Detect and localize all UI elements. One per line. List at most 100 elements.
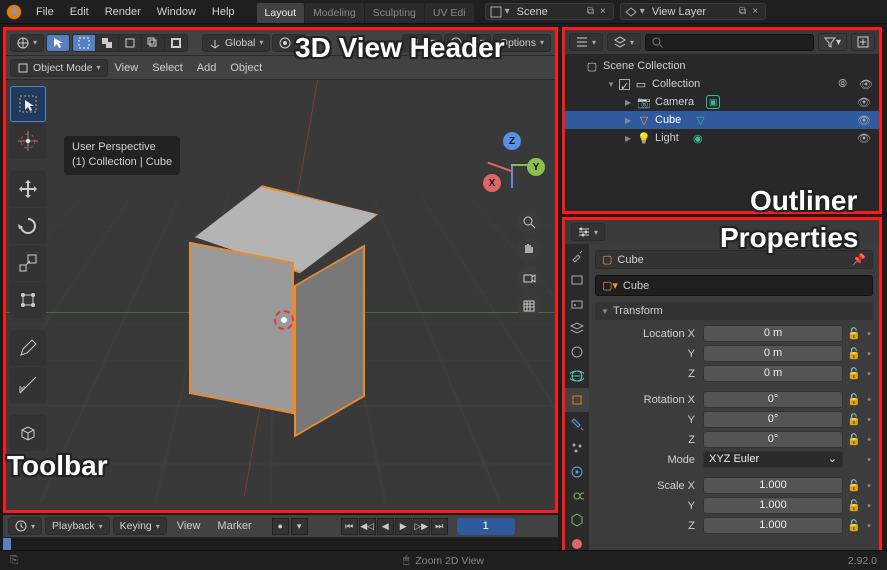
location-x-value[interactable]: 0 m: [703, 325, 843, 342]
exclude-icon[interactable]: ⦾: [838, 78, 847, 91]
viewport-3d[interactable]: User Perspective (1) Collection | Cube Z…: [6, 80, 555, 510]
jump-end-button[interactable]: ⏭: [431, 518, 448, 535]
v3d-menu-add[interactable]: Add: [190, 58, 224, 78]
autokey-button[interactable]: ●: [272, 518, 289, 535]
lock-icon[interactable]: 🔓: [847, 393, 861, 406]
camera-button[interactable]: [517, 266, 541, 290]
jump-start-button[interactable]: ⏮: [341, 518, 358, 535]
rotation-mode-value[interactable]: XYZ Euler⌄: [703, 451, 843, 468]
play-button[interactable]: ▶: [395, 518, 412, 535]
autokey-mode[interactable]: ▾: [291, 518, 308, 535]
tool-select-box[interactable]: [10, 86, 46, 122]
timeline-menu-marker[interactable]: Marker: [210, 516, 258, 536]
select-subtract-icon[interactable]: [119, 35, 142, 51]
keyframe-dot[interactable]: •: [865, 414, 873, 426]
lock-icon[interactable]: 🔓: [847, 479, 861, 492]
scene-close-icon[interactable]: ×: [597, 6, 609, 17]
pan-button[interactable]: [517, 238, 541, 262]
object-name-field[interactable]: ▢▾ Cube: [595, 275, 873, 296]
scale-y-value[interactable]: 1.000: [703, 497, 843, 514]
select-invert-icon[interactable]: [165, 35, 187, 51]
scene-browse-icon[interactable]: ▾: [502, 6, 513, 17]
timeline-editor-type[interactable]: ▾: [8, 517, 42, 535]
scene-pin-icon[interactable]: ⧉: [584, 6, 597, 17]
ptab-physics[interactable]: [565, 460, 589, 484]
lock-icon[interactable]: 🔓: [847, 519, 861, 532]
rotation-x-value[interactable]: 0°: [703, 391, 843, 408]
properties-editor-type[interactable]: ▾: [571, 223, 605, 241]
scene-field[interactable]: ▾ Scene ⧉ ×: [485, 3, 614, 20]
keyframe-dot[interactable]: •: [865, 500, 873, 512]
keyframe-dot[interactable]: •: [865, 454, 873, 466]
snap-target-dropdown[interactable]: ▾: [272, 34, 306, 52]
viewlayer-browse-icon[interactable]: ▾: [637, 6, 648, 17]
outliner-display-mode[interactable]: ▾: [607, 33, 641, 51]
lock-icon[interactable]: 🔓: [847, 499, 861, 512]
select-extend-icon[interactable]: [96, 35, 119, 51]
keyframe-dot[interactable]: •: [865, 520, 873, 532]
ptab-tool[interactable]: [565, 244, 589, 268]
menu-window[interactable]: Window: [149, 2, 204, 22]
scene-collection-row[interactable]: ▢ Scene Collection: [565, 57, 879, 75]
play-rev-button[interactable]: ◀: [377, 518, 394, 535]
breadcrumb[interactable]: ▢ Cube 📌: [595, 250, 873, 269]
disclosure-icon[interactable]: ▶: [625, 116, 633, 125]
axis-gizmo[interactable]: Z Y X: [483, 136, 541, 194]
tab-sculpting[interactable]: Sculpting: [365, 3, 424, 23]
outliner-search[interactable]: [645, 34, 814, 51]
tool-add-cube[interactable]: [10, 415, 46, 451]
select-cursor-icon[interactable]: [47, 35, 69, 51]
keyframe-dot[interactable]: •: [865, 434, 873, 446]
orientation-dropdown[interactable]: Global ▾: [202, 34, 270, 52]
ptab-world[interactable]: [565, 364, 589, 388]
cursor-3d-icon[interactable]: [274, 310, 294, 330]
gizmo-y-icon[interactable]: Y: [527, 158, 545, 176]
rotation-z-value[interactable]: 0°: [703, 431, 843, 448]
mode-dropdown[interactable]: Object Mode ▾: [10, 59, 108, 77]
light-row[interactable]: ▶ 💡 Light ◉ 👁: [565, 129, 879, 147]
checkbox[interactable]: ✓: [619, 79, 630, 90]
lock-icon[interactable]: 🔓: [847, 327, 861, 340]
v3d-menu-view[interactable]: View: [108, 58, 146, 78]
ptab-modifiers[interactable]: [565, 412, 589, 436]
viewlayer-close-icon[interactable]: ×: [749, 6, 761, 17]
v3d-menu-select[interactable]: Select: [145, 58, 190, 78]
lock-icon[interactable]: 🔓: [847, 413, 861, 426]
location-z-value[interactable]: 0 m: [703, 365, 843, 382]
editor-type-dropdown[interactable]: ▾: [10, 34, 44, 52]
keyframe-dot[interactable]: •: [865, 348, 873, 360]
lock-icon[interactable]: 🔓: [847, 347, 861, 360]
timeline-menu-view[interactable]: View: [170, 516, 208, 536]
ptab-object[interactable]: [565, 388, 589, 412]
tool-rotate[interactable]: [10, 208, 46, 244]
ptab-scene[interactable]: [565, 340, 589, 364]
lock-icon[interactable]: 🔓: [847, 433, 861, 446]
disclosure-icon[interactable]: ▼: [607, 80, 615, 89]
keyframe-dot[interactable]: •: [865, 394, 873, 406]
prev-key-button[interactable]: ◀◁: [359, 518, 376, 535]
zoom-button[interactable]: [517, 210, 541, 234]
next-key-button[interactable]: ▷▶: [413, 518, 430, 535]
cube-row[interactable]: ▶ ▽ Cube ▽ 👁: [565, 111, 879, 129]
menu-help[interactable]: Help: [204, 2, 243, 22]
select-intersect-icon[interactable]: [142, 35, 165, 51]
tool-cursor[interactable]: [10, 123, 46, 159]
pin-icon[interactable]: 📌: [852, 253, 866, 266]
scale-z-value[interactable]: 1.000: [703, 517, 843, 534]
tool-measure[interactable]: [10, 367, 46, 403]
menu-render[interactable]: Render: [97, 2, 149, 22]
ortho-button[interactable]: [517, 294, 541, 318]
viewlayer-pin-icon[interactable]: ⧉: [736, 6, 749, 17]
keyframe-dot[interactable]: •: [865, 368, 873, 380]
gizmo-z-icon[interactable]: Z: [503, 132, 521, 150]
tab-layout[interactable]: Layout: [257, 3, 305, 23]
tool-move[interactable]: [10, 171, 46, 207]
playback-dropdown[interactable]: Playback▾: [45, 517, 110, 535]
gizmo-x-icon[interactable]: X: [483, 174, 501, 192]
v3d-menu-object[interactable]: Object: [223, 58, 269, 78]
tab-modeling[interactable]: Modeling: [305, 3, 364, 23]
viewlayer-field[interactable]: ▾ View Layer ⧉ ×: [620, 3, 766, 20]
menu-file[interactable]: File: [28, 2, 62, 22]
ptab-render[interactable]: [565, 268, 589, 292]
snap-element-icon[interactable]: ▾: [426, 35, 441, 51]
